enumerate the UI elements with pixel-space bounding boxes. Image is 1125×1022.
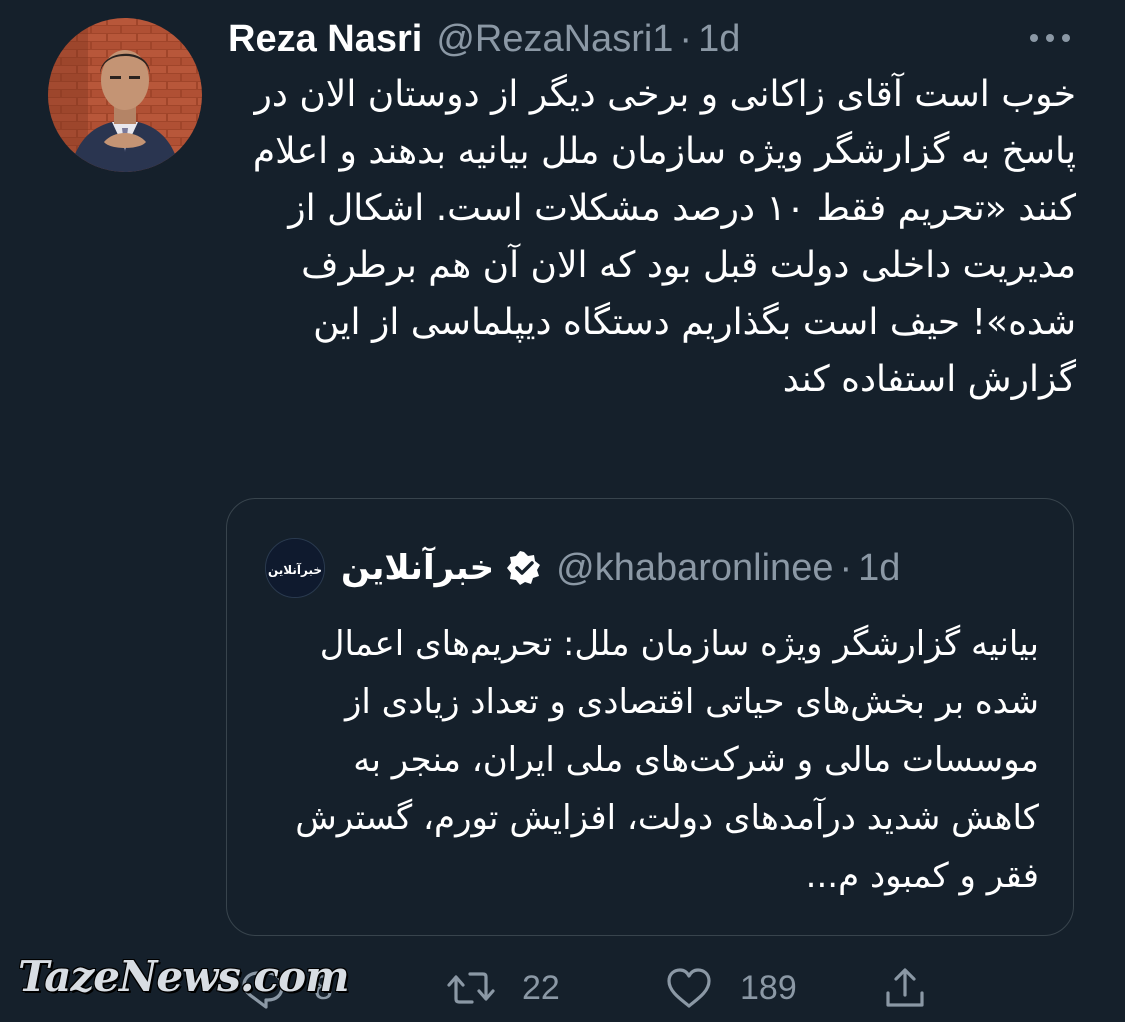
tweet-timestamp[interactable]: 1d [698, 18, 740, 61]
verified-badge-icon [507, 551, 541, 585]
avatar-photo [48, 18, 202, 172]
quoted-author-name[interactable]: خبرآنلاین [341, 548, 494, 588]
svg-text:خبرآنلاین: خبرآنلاین [268, 562, 322, 577]
quoted-author-avatar[interactable]: خبرآنلاین [265, 538, 325, 598]
quoted-tweet-timestamp[interactable]: 1d [858, 547, 900, 590]
header-separator: · [679, 17, 693, 60]
like-count: 189 [740, 968, 797, 1007]
tweet-text: خوب است آقای زاکانی و برخی دیگر از دوستا… [252, 74, 1076, 400]
quoted-author-handle[interactable]: @khabaronlinee [556, 547, 833, 590]
author-name[interactable]: Reza Nasri [228, 18, 422, 61]
share-icon [886, 968, 924, 1007]
quoted-header-separator: · [839, 546, 853, 589]
watermark: TazeNews.com [18, 952, 350, 1001]
heart-icon [667, 968, 711, 1008]
share-button[interactable] [880, 960, 930, 1016]
like-button[interactable]: 189 [664, 960, 797, 1016]
quoted-tweet-text: بیانیه گزارشگر ویژه سازمان ملل: تحریم‌ها… [295, 624, 1039, 896]
khabaronline-logo: خبرآنلاین [266, 539, 324, 597]
retweet-icon [447, 972, 495, 1004]
quoted-tweet-card[interactable]: خبرآنلاین خبرآنلاین @khabaronlinee · 1d … [226, 498, 1074, 936]
tweet-header: Reza Nasri @RezaNasri1 · 1d [228, 12, 740, 66]
author-handle[interactable]: @RezaNasri1 [436, 18, 673, 61]
more-horizontal-icon[interactable] [1026, 24, 1074, 52]
author-avatar[interactable] [48, 18, 202, 172]
quoted-tweet-header: خبرآنلاین خبرآنلاین @khabaronlinee · 1d [265, 537, 900, 599]
retweet-count: 22 [522, 968, 560, 1007]
retweet-button[interactable]: 22 [446, 960, 560, 1016]
